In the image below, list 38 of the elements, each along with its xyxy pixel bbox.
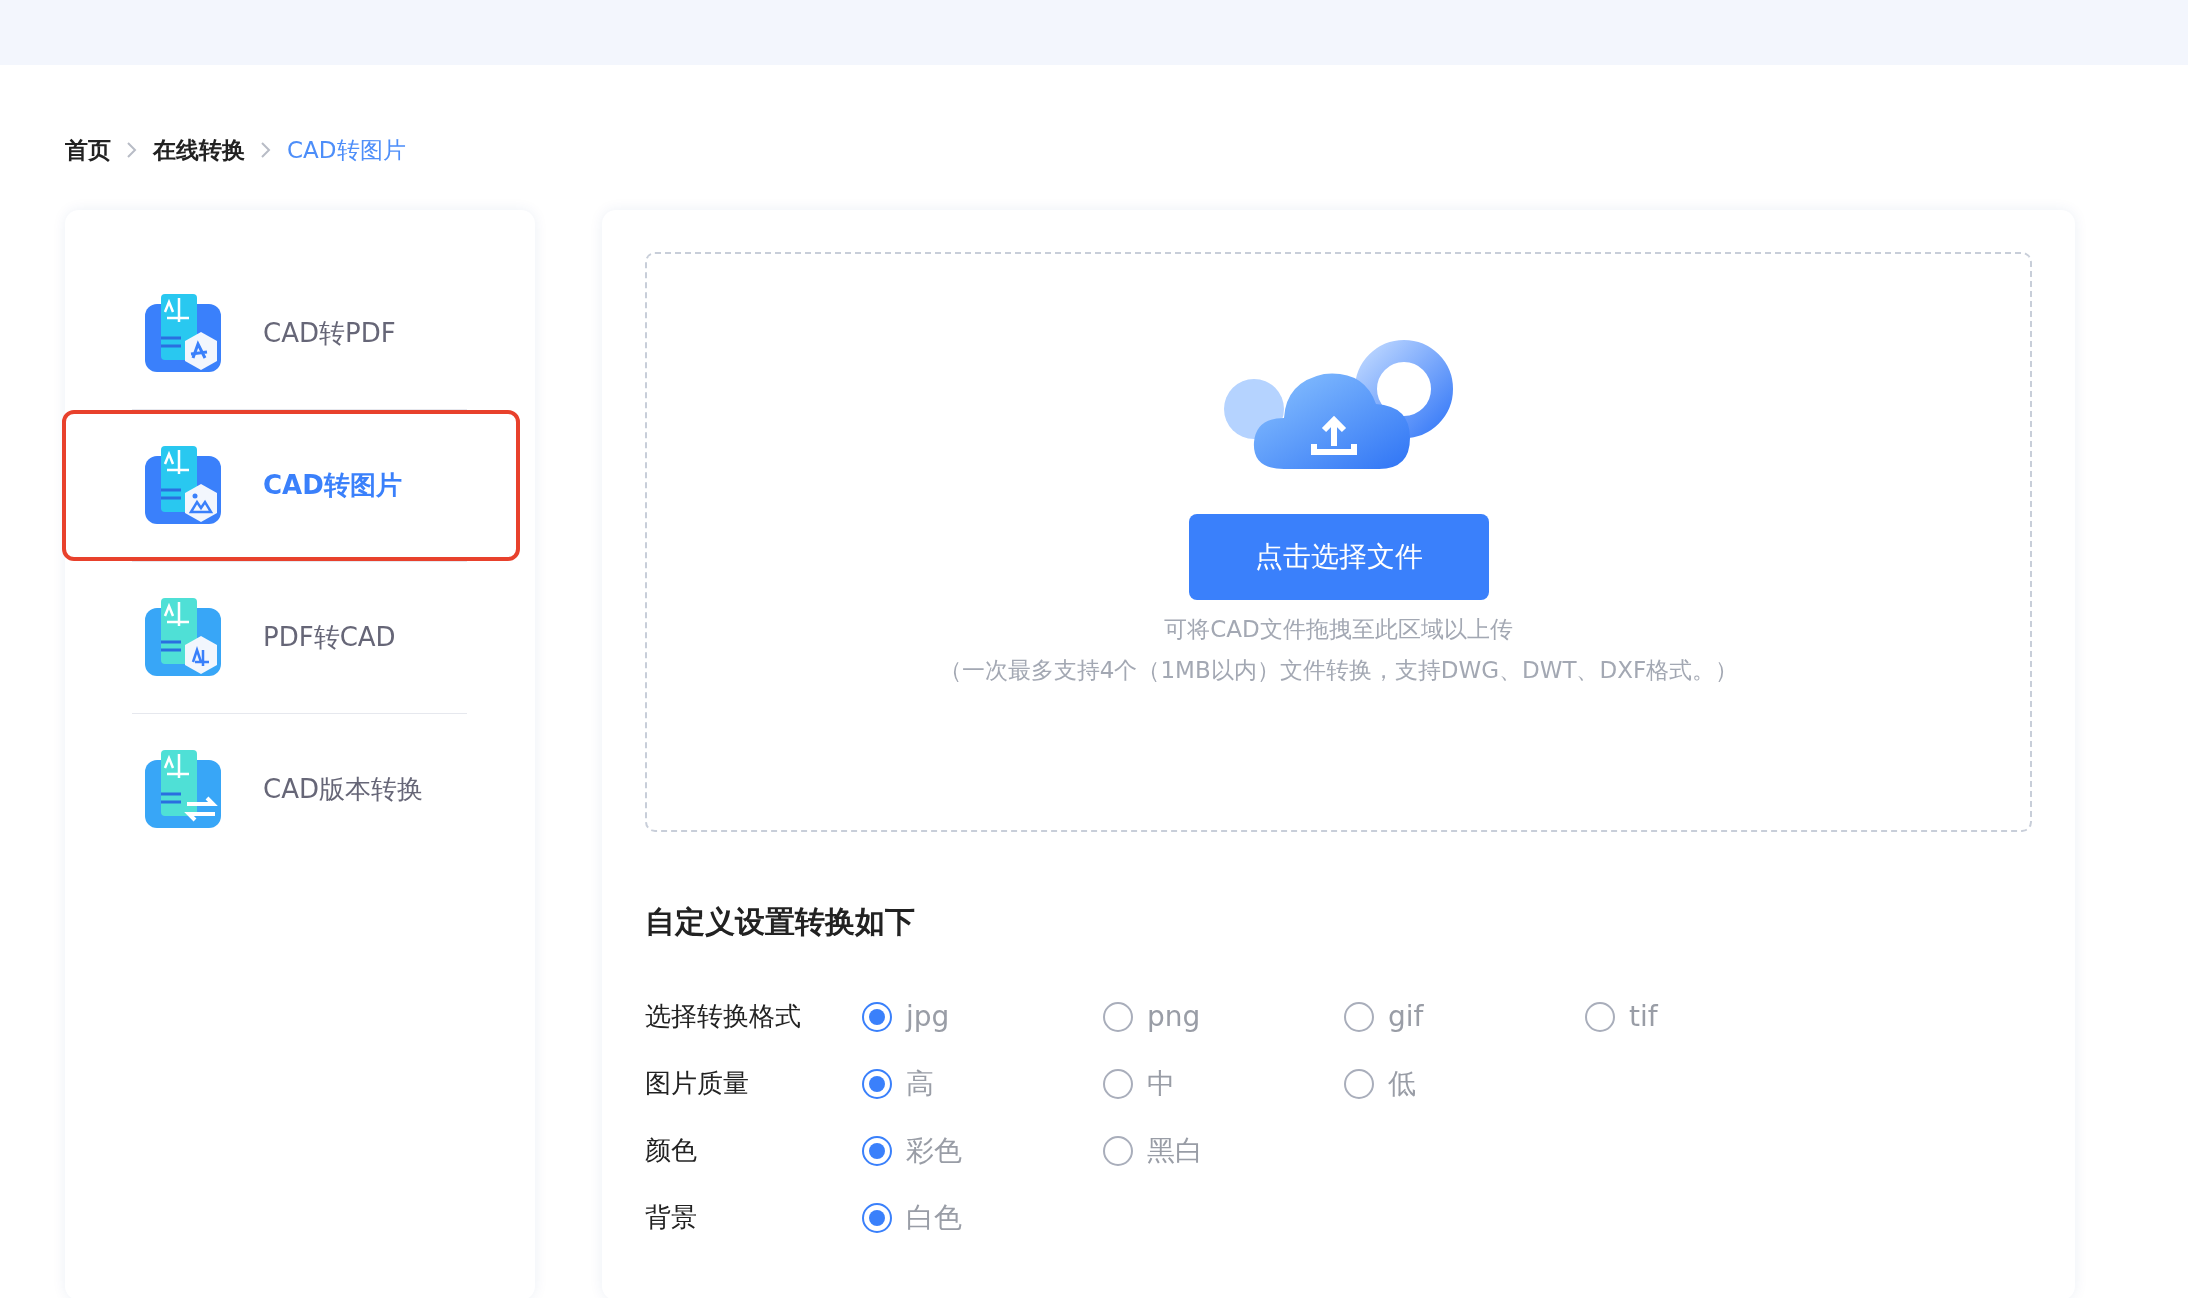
- settings-title: 自定义设置转换如下: [645, 903, 916, 941]
- upload-hint: 可将CAD文件拖拽至此区域以上传: [1164, 615, 1513, 644]
- radio-button[interactable]: [1103, 1135, 1133, 1166]
- breadcrumb-link[interactable]: CAD转图片: [287, 134, 406, 166]
- upload-hint: （一次最多支持4个（1MB以内）文件转换，支持DWG、DWT、DXF格式。）: [938, 656, 1739, 685]
- radio-option[interactable]: 高: [862, 1064, 1103, 1103]
- radio-button[interactable]: [1103, 1068, 1133, 1099]
- chevron-right-icon: [125, 141, 139, 159]
- radio-button[interactable]: [862, 1068, 892, 1099]
- radio-option[interactable]: 低: [1344, 1064, 1585, 1103]
- radio-option[interactable]: 中: [1103, 1064, 1344, 1103]
- radio-option[interactable]: 白色: [862, 1198, 1103, 1237]
- chevron-right-icon: [259, 141, 273, 159]
- setting-label: 背景: [645, 1201, 698, 1234]
- breadcrumb-link[interactable]: 首页: [65, 134, 111, 166]
- setting-label: 颜色: [645, 1134, 698, 1167]
- radio-button[interactable]: [862, 1202, 892, 1233]
- breadcrumb-link[interactable]: 在线转换: [153, 134, 245, 166]
- radio-button[interactable]: [1103, 1001, 1133, 1032]
- sidebar-item[interactable]: PDF转CAD: [62, 562, 520, 713]
- radio-button[interactable]: [862, 1135, 892, 1166]
- sidebar-item[interactable]: CAD转PDF: [62, 258, 520, 409]
- radio-button[interactable]: [1344, 1068, 1374, 1099]
- sidebar-item[interactable]: CAD版本转换: [62, 714, 520, 865]
- radio-option[interactable]: png: [1103, 1000, 1344, 1033]
- setting-label: 图片质量: [645, 1067, 750, 1100]
- radio-option[interactable]: gif: [1344, 1000, 1585, 1033]
- radio-button[interactable]: [1585, 1001, 1615, 1032]
- radio-option[interactable]: 彩色: [862, 1131, 1103, 1170]
- radio-button[interactable]: [1344, 1001, 1374, 1032]
- select-file-button[interactable]: 点击选择文件: [1188, 514, 1489, 600]
- sidebar-item[interactable]: CAD转图片: [62, 410, 520, 561]
- radio-option[interactable]: 黑白: [1103, 1131, 1344, 1170]
- radio-option[interactable]: tif: [1585, 1000, 1826, 1033]
- radio-button[interactable]: [862, 1001, 892, 1032]
- setting-label: 选择转换格式: [645, 1000, 802, 1033]
- upload-drop-zone[interactable]: 点击选择文件 可将CAD文件拖拽至此区域以上传 （一次最多支持4个（1MB以内）文件转换，支持DWG、DWT、DXF格式。）: [645, 252, 2032, 832]
- radio-option[interactable]: jpg: [862, 1000, 1103, 1033]
